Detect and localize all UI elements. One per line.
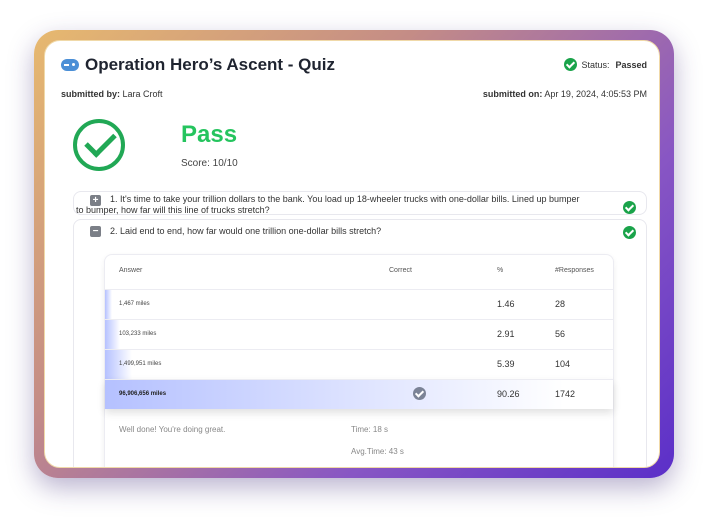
minus-icon[interactable]: − (90, 226, 101, 237)
score-text: Score: 10/10 (181, 158, 238, 169)
header-responses: #Responses (555, 267, 594, 274)
time-text: Time: 18 s (351, 425, 389, 434)
table-row-correct: 96,906,656 miles 90.26 1742 (105, 379, 613, 409)
answer-text: 103,233 miles (119, 331, 157, 337)
status-label: Status: (581, 59, 610, 70)
avg-time-text: Avg.Time: 43 s (351, 447, 404, 456)
card-frame: Operation Hero’s Ascent - Quiz Status: P… (34, 30, 674, 478)
header-correct: Correct (389, 267, 412, 274)
percent-value: 5.39 (497, 359, 515, 369)
quiz-result-card: Operation Hero’s Ascent - Quiz Status: P… (44, 40, 660, 468)
percent-value: 90.26 (497, 389, 520, 399)
result-label: Pass (181, 121, 238, 148)
table-row: 1,467 miles 1.46 28 (105, 289, 613, 319)
answers-table: Answer Correct % #Responses 1,467 miles … (104, 254, 614, 467)
question-2-text: 2. Laid end to end, how far would one tr… (110, 226, 382, 236)
check-circle-icon (564, 58, 578, 71)
table-row: 1,499,951 miles 5.39 104 (105, 349, 613, 379)
percent-value: 1.46 (497, 299, 515, 309)
responses-value: 56 (555, 329, 566, 339)
status-badge: Status: Passed (564, 58, 647, 71)
submitted-by: submitted by: Lara Croft (61, 89, 163, 99)
answer-text: 1,467 miles (119, 301, 150, 307)
question-item-1[interactable]: + 1. It's time to take your trillion dol… (73, 191, 647, 215)
submission-info: submitted by: Lara Croft submitted on: A… (61, 89, 647, 99)
check-circle-icon (623, 226, 636, 239)
responses-value: 104 (555, 359, 571, 369)
check-circle-icon (623, 201, 636, 214)
submitted-by-value: Lara Croft (122, 89, 163, 99)
share-bar (105, 380, 564, 409)
submitted-on: submitted on: Apr 19, 2024, 4:05:53 PM (483, 89, 647, 99)
feedback-text: Well done! You're doing great. (119, 425, 226, 434)
submitted-on-label: submitted on: (482, 89, 543, 99)
responses-value: 28 (555, 299, 566, 309)
status-value: Passed (615, 59, 647, 70)
submitted-on-value: Apr 19, 2024, 4:05:53 PM (544, 89, 647, 99)
quiz-title: Operation Hero’s Ascent - Quiz (85, 55, 336, 74)
correct-check-icon (413, 387, 426, 400)
question-1-line2: to bumper, how far will this line of tru… (76, 205, 270, 215)
header-percent: % (497, 267, 504, 274)
share-bar (105, 290, 113, 319)
table-row: 103,233 miles 2.91 56 (105, 319, 613, 349)
question-1-line1: 1. It's time to take your trillion dolla… (110, 194, 580, 204)
question-item-2[interactable]: − 2. Laid end to end, how far would one … (73, 219, 647, 467)
submitted-by-label: submitted by: (61, 89, 121, 99)
share-bar (105, 320, 120, 349)
pass-check-icon (73, 119, 125, 171)
percent-value: 2.91 (497, 329, 515, 339)
quiz-header: Operation Hero’s Ascent - Quiz (61, 55, 335, 75)
answer-text: 1,499,951 miles (119, 361, 162, 367)
header-answer: Answer (119, 267, 143, 274)
gamepad-icon (61, 59, 79, 71)
answer-text: 96,906,656 miles (119, 391, 167, 397)
question-1-text: 1. It's time to take your trillion dolla… (110, 194, 616, 205)
responses-value: 1742 (555, 389, 576, 399)
